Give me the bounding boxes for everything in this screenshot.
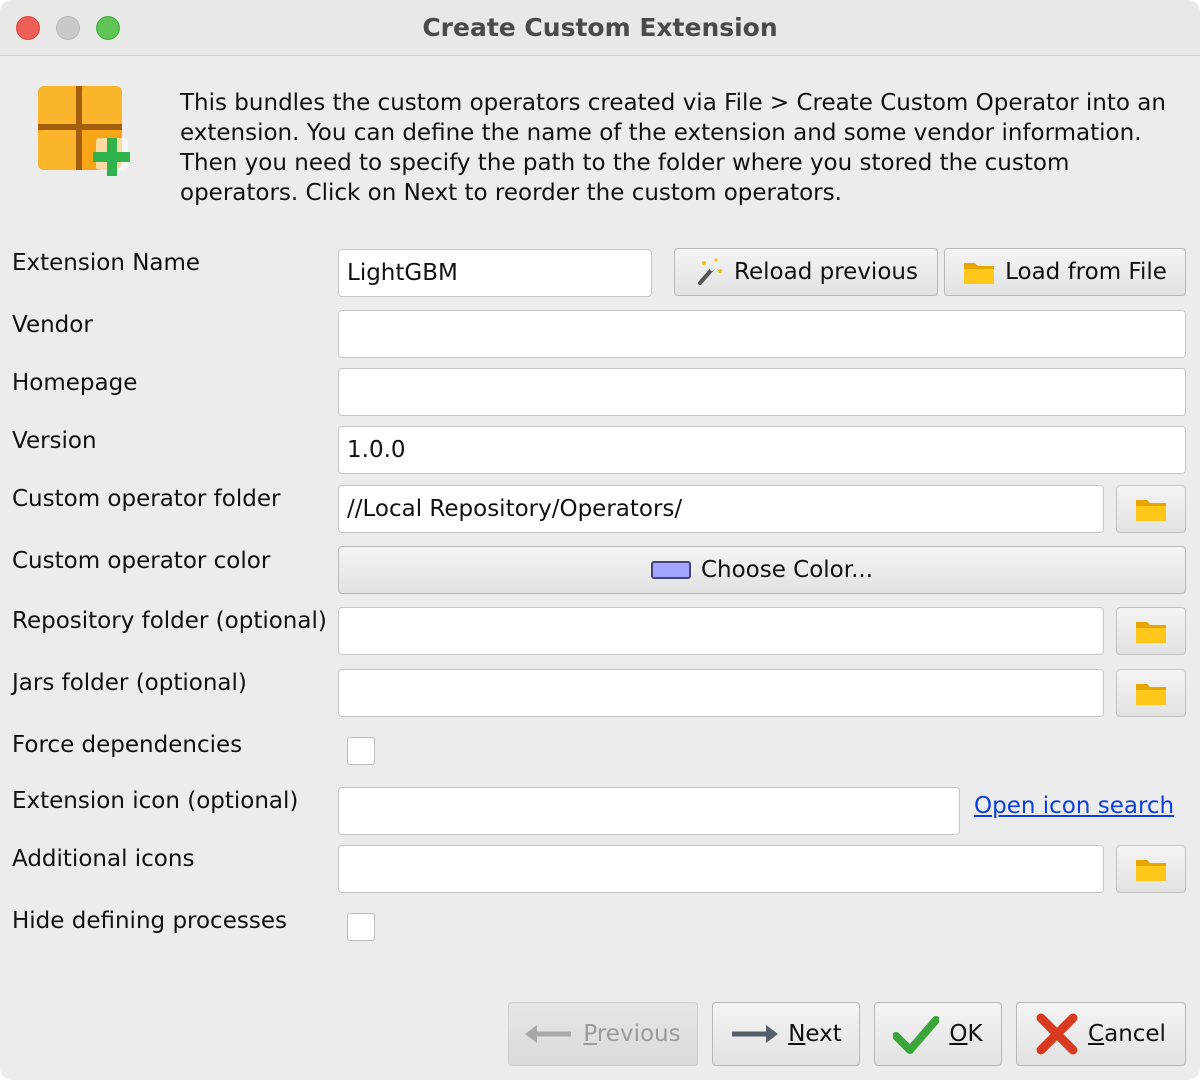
extension-icon-field[interactable] bbox=[338, 787, 960, 835]
cancel-x-icon bbox=[1036, 1013, 1078, 1055]
hide-defining-processes-label: Hide defining processes bbox=[12, 908, 287, 934]
browse-jars-folder-button[interactable] bbox=[1116, 669, 1186, 717]
intro-text: This bundles the custom operators create… bbox=[180, 90, 1166, 206]
reload-previous-label: Reload previous bbox=[734, 259, 918, 285]
previous-button[interactable]: Previous bbox=[508, 1002, 698, 1066]
vendor-label: Vendor bbox=[12, 312, 93, 338]
jars-folder-field[interactable] bbox=[338, 669, 1104, 717]
choose-color-label: Choose Color... bbox=[700, 557, 874, 583]
browse-repository-folder-button[interactable] bbox=[1116, 607, 1186, 655]
reload-previous-button[interactable]: Reload previous bbox=[674, 248, 938, 296]
folder-icon bbox=[1136, 622, 1166, 643]
load-from-file-button[interactable]: Load from File bbox=[944, 248, 1186, 296]
extension-name-field[interactable]: LightGBM bbox=[338, 249, 652, 297]
ok-label: OK bbox=[949, 1021, 983, 1047]
folder-icon bbox=[1136, 500, 1166, 521]
force-dependencies-checkbox[interactable] bbox=[347, 737, 375, 765]
custom-operator-color-label: Custom operator color bbox=[12, 548, 271, 574]
previous-label: Previous bbox=[583, 1021, 681, 1047]
jars-folder-label: Jars folder (optional) bbox=[12, 670, 247, 696]
additional-icons-label: Additional icons bbox=[12, 846, 195, 872]
extension-name-label: Extension Name bbox=[12, 250, 201, 276]
dialog-window: Create Custom Extension This bundles the… bbox=[0, 0, 1200, 1080]
version-label: Version bbox=[12, 428, 97, 454]
custom-operator-folder-field[interactable]: //Local Repository/Operators/ bbox=[338, 485, 1104, 533]
magic-wand-icon bbox=[698, 258, 723, 285]
version-field[interactable]: 1.0.0 bbox=[338, 426, 1186, 474]
folder-icon bbox=[1136, 684, 1166, 705]
checkmark-icon bbox=[893, 1016, 940, 1054]
choose-color-button[interactable]: Choose Color... bbox=[338, 546, 1186, 594]
folder-icon bbox=[1136, 860, 1166, 881]
arrow-right-icon bbox=[732, 1025, 779, 1043]
cancel-button[interactable]: Cancel bbox=[1016, 1002, 1186, 1066]
additional-icons-field[interactable] bbox=[338, 845, 1104, 893]
arrow-left-icon bbox=[525, 1025, 572, 1043]
browse-additional-icons-button[interactable] bbox=[1116, 845, 1186, 893]
force-dependencies-label: Force dependencies bbox=[12, 732, 243, 758]
cancel-label: Cancel bbox=[1088, 1021, 1166, 1047]
load-from-file-label: Load from File bbox=[1005, 259, 1167, 285]
repository-folder-field[interactable] bbox=[338, 607, 1104, 655]
browse-operator-folder-button[interactable] bbox=[1116, 485, 1186, 533]
grid-plus-icon bbox=[38, 86, 130, 176]
custom-operator-folder-label: Custom operator folder bbox=[12, 486, 281, 512]
hide-defining-processes-checkbox[interactable] bbox=[347, 913, 375, 941]
open-icon-search-link[interactable]: Open icon search bbox=[974, 793, 1174, 819]
extension-icon-label: Extension icon (optional) bbox=[12, 788, 299, 814]
title-bar: Create Custom Extension bbox=[0, 0, 1200, 56]
color-swatch-icon bbox=[650, 561, 691, 579]
next-label: Next bbox=[788, 1021, 842, 1047]
homepage-field[interactable] bbox=[338, 368, 1186, 416]
folder-icon bbox=[964, 263, 995, 284]
repository-folder-label: Repository folder (optional) bbox=[12, 608, 327, 634]
homepage-label: Homepage bbox=[12, 370, 138, 396]
window-title: Create Custom Extension bbox=[422, 13, 778, 42]
vendor-field[interactable] bbox=[338, 310, 1186, 358]
next-button[interactable]: Next bbox=[712, 1002, 860, 1066]
ok-button[interactable]: OK bbox=[874, 1002, 1002, 1066]
